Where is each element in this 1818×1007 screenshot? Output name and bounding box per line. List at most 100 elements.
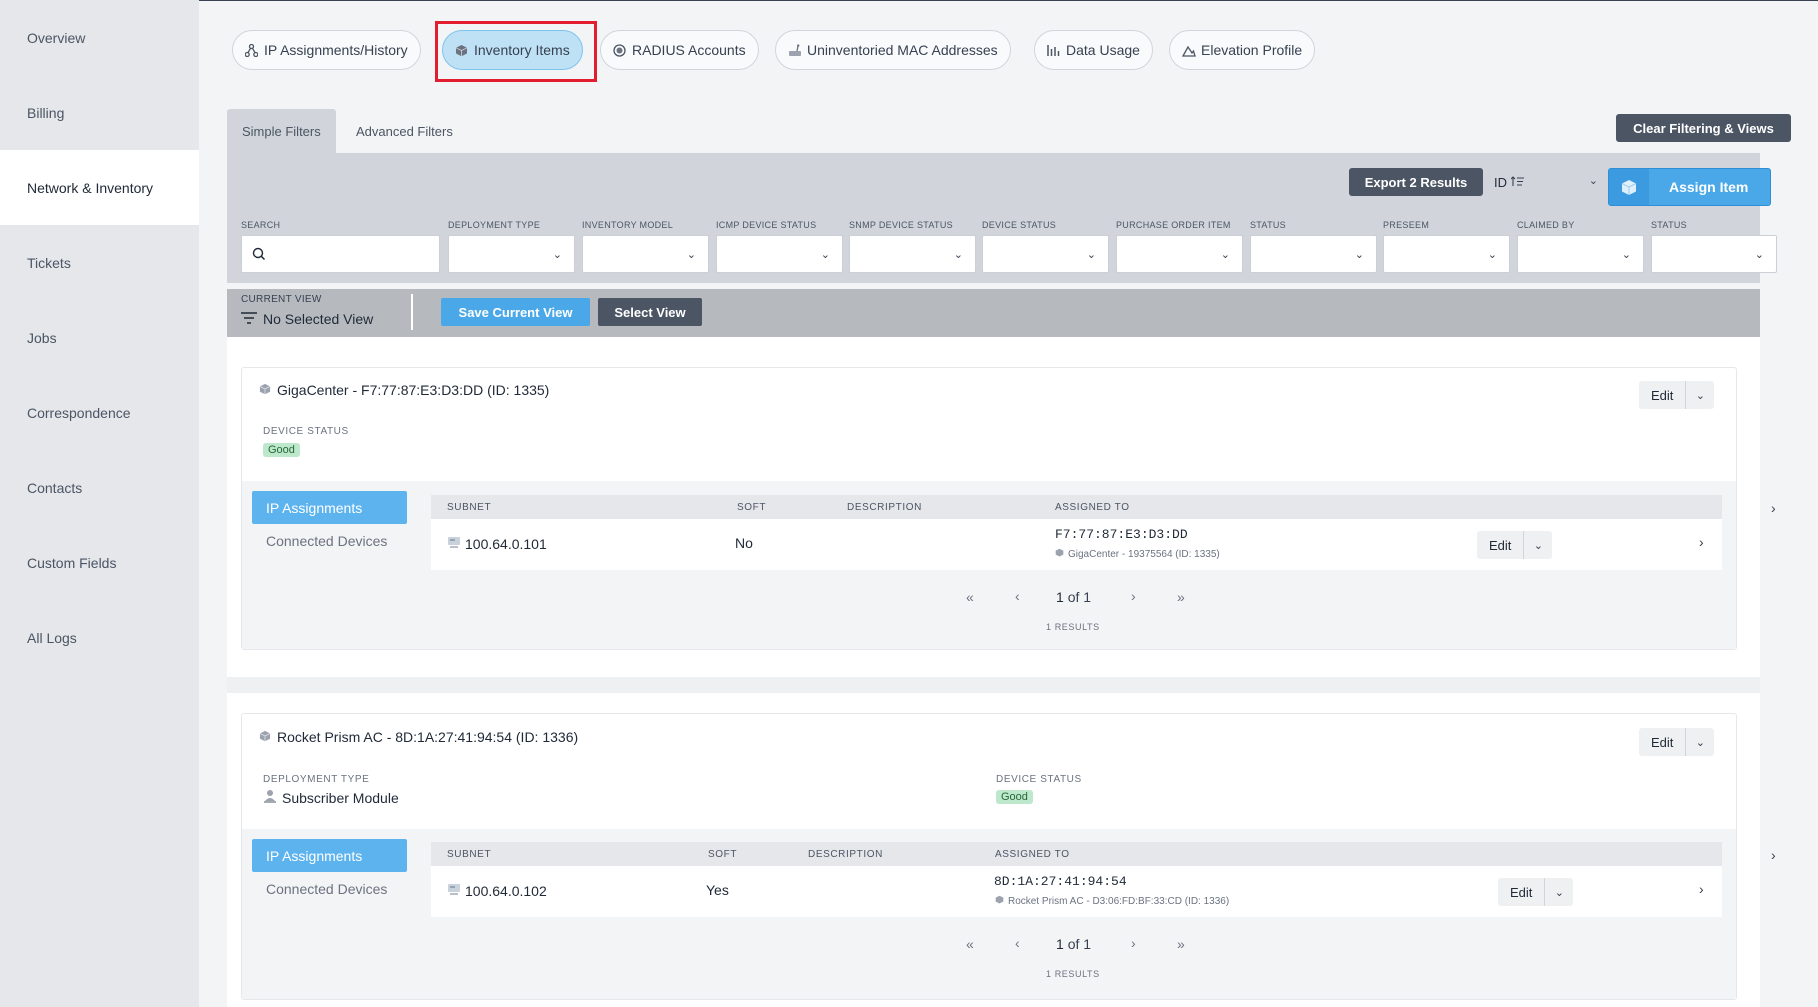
row-edit-button[interactable]: Edit ⌄ [1498,878,1574,906]
tab-ip-assignments-history[interactable]: IP Assignments/History [232,30,421,70]
cube-icon [259,382,271,398]
sidebar-item-overview[interactable]: Overview [0,0,199,75]
purchase-order-item-select[interactable]: ⌄ [1116,235,1243,273]
chevron-down-icon[interactable]: ⌄ [1686,736,1714,749]
table-row[interactable]: 100.64.0.102 Yes 8D:1A:27:41:94:54 Rocke… [431,866,1722,917]
inventory-model-select[interactable]: ⌄ [582,235,709,273]
chevron-down-icon: ⌄ [820,249,830,261]
pager-prev-button[interactable]: ‹ [1015,935,1020,951]
chevron-down-icon: ⌄ [1621,249,1631,261]
bar-chart-icon [1047,44,1060,57]
cube-icon [1609,169,1649,205]
subnet-cell[interactable]: 100.64.0.102 [447,882,547,899]
chevron-down-icon: ⌄ [1354,249,1364,261]
sort-select[interactable]: ID ⌄ [1494,168,1600,196]
device-status-label: DEVICE STATUS [996,774,1082,785]
chevron-down-icon[interactable]: ⌄ [1545,886,1573,899]
deployment-type-value: Subscriber Module [263,789,399,806]
cube-icon [1055,548,1064,560]
sidebar-item-all-logs[interactable]: All Logs [0,600,199,675]
filter-label-purchase-order-item: PURCHASE ORDER ITEM [1116,220,1231,230]
deployment-type-select[interactable]: ⌄ [448,235,575,273]
pager-prev-button[interactable]: ‹ [1015,588,1020,604]
tab-simple-filters[interactable]: Simple Filters [227,109,336,153]
item-title[interactable]: Rocket Prism AC - 8D:1A:27:41:94:54 (ID:… [259,729,578,745]
chevron-right-icon[interactable]: › [1699,534,1704,550]
view-divider [411,294,413,330]
pager-status: 1 of 1 [1056,589,1092,605]
sort-label: ID [1494,174,1507,190]
assigned-to-cell[interactable]: F7:77:87:E3:D3:DD [1055,527,1188,542]
pager-first-button[interactable]: « [966,936,974,952]
pager-next-button[interactable]: › [1131,935,1136,951]
chevron-down-icon: ⌄ [686,249,696,261]
chevron-down-icon: ⌄ [1086,249,1096,261]
clear-filtering-button[interactable]: Clear Filtering & Views [1616,114,1791,142]
table-row[interactable]: 100.64.0.101 No F7:77:87:E3:D3:DD GigaCe… [431,519,1722,570]
sidebar-item-jobs[interactable]: Jobs [0,300,199,375]
icmp-device-status-select[interactable]: ⌄ [716,235,843,273]
assign-item-button[interactable]: Assign Item [1608,168,1771,206]
filter-label-deployment-type: DEPLOYMENT TYPE [448,220,541,230]
assigned-to-sub: Rocket Prism AC - D3:06:FD:BF:33:CD (ID:… [995,895,1229,907]
claimed-by-select[interactable]: ⌄ [1517,235,1644,273]
pager-next-button[interactable]: › [1131,588,1136,604]
filter-label-snmp-device-status: SNMP DEVICE STATUS [849,220,953,230]
search-input-box[interactable] [241,235,440,273]
snmp-device-status-select[interactable]: ⌄ [849,235,976,273]
chevron-right-icon[interactable]: › [1771,847,1776,863]
filter-label-device-status: DEVICE STATUS [982,220,1057,230]
tab-radius-accounts[interactable]: RADIUS Accounts [600,30,759,70]
item-edit-button[interactable]: Edit ⌄ [1639,381,1715,409]
sidebar-item-correspondence[interactable]: Correspondence [0,375,199,450]
device-status-select[interactable]: ⌄ [982,235,1109,273]
status-badge: Good [996,790,1033,804]
current-view-value[interactable]: No Selected View [241,311,373,327]
filter-lines-icon [241,311,257,327]
subtab-connected-devices[interactable]: Connected Devices [252,524,407,557]
table-header: SUBNET SOFT DESCRIPTION ASSIGNED TO [431,842,1722,866]
sidebar-item-tickets[interactable]: Tickets [0,225,199,300]
tab-uninventoried-mac-addresses[interactable]: Uninventoried MAC Addresses [775,30,1011,70]
chevron-right-icon[interactable]: › [1699,881,1704,897]
chevron-down-icon[interactable]: ⌄ [1686,389,1714,402]
tab-elevation-profile[interactable]: Elevation Profile [1169,30,1316,70]
subnet-cell[interactable]: 100.64.0.101 [447,535,547,552]
chevron-down-icon[interactable]: ⌄ [1524,539,1552,552]
chevron-right-icon[interactable]: › [1771,500,1776,516]
status-2-select[interactable]: ⌄ [1651,235,1777,273]
sidebar-item-custom-fields[interactable]: Custom Fields [0,525,199,600]
sort-order-icon [1510,175,1524,190]
assigned-to-sub: GigaCenter - 19375564 (ID: 1335) [1055,548,1220,560]
status-select[interactable]: ⌄ [1250,235,1377,273]
pager-last-button[interactable]: » [1177,589,1185,605]
tab-advanced-filters[interactable]: Advanced Filters [341,109,468,153]
subtab-connected-devices[interactable]: Connected Devices [252,872,407,905]
pager-last-button[interactable]: » [1177,936,1185,952]
search-input[interactable] [242,236,439,272]
sidebar-item-contacts[interactable]: Contacts [0,450,199,525]
save-current-view-button[interactable]: Save Current View [441,298,590,326]
item-edit-button[interactable]: Edit ⌄ [1639,728,1715,756]
chevron-down-icon: ⌄ [552,249,562,261]
sidebar-item-network-inventory[interactable]: Network & Inventory [0,150,199,225]
soft-cell: No [735,535,753,551]
select-view-button[interactable]: Select View [598,298,702,326]
preseem-select[interactable]: ⌄ [1383,235,1510,273]
pager-first-button[interactable]: « [966,589,974,605]
subtab-ip-assignments[interactable]: IP Assignments [252,839,407,872]
results-count: 1 RESULTS [1046,969,1100,979]
network-icon [244,43,259,57]
subnet-icon [447,535,461,552]
tab-data-usage[interactable]: Data Usage [1034,30,1153,70]
export-results-button[interactable]: Export 2 Results [1349,168,1483,196]
filter-label-status: STATUS [1250,220,1286,230]
filter-label-icmp-device-status: ICMP DEVICE STATUS [716,220,817,230]
deployment-type-label: DEPLOYMENT TYPE [263,774,370,785]
row-edit-button[interactable]: Edit ⌄ [1477,531,1553,559]
filter-label-inventory-model: INVENTORY MODEL [582,220,674,230]
item-title[interactable]: GigaCenter - F7:77:87:E3:D3:DD (ID: 1335… [259,382,549,398]
assigned-to-cell[interactable]: 8D:1A:27:41:94:54 [994,874,1127,889]
subtab-ip-assignments[interactable]: IP Assignments [252,491,407,524]
sidebar-item-billing[interactable]: Billing [0,75,199,150]
